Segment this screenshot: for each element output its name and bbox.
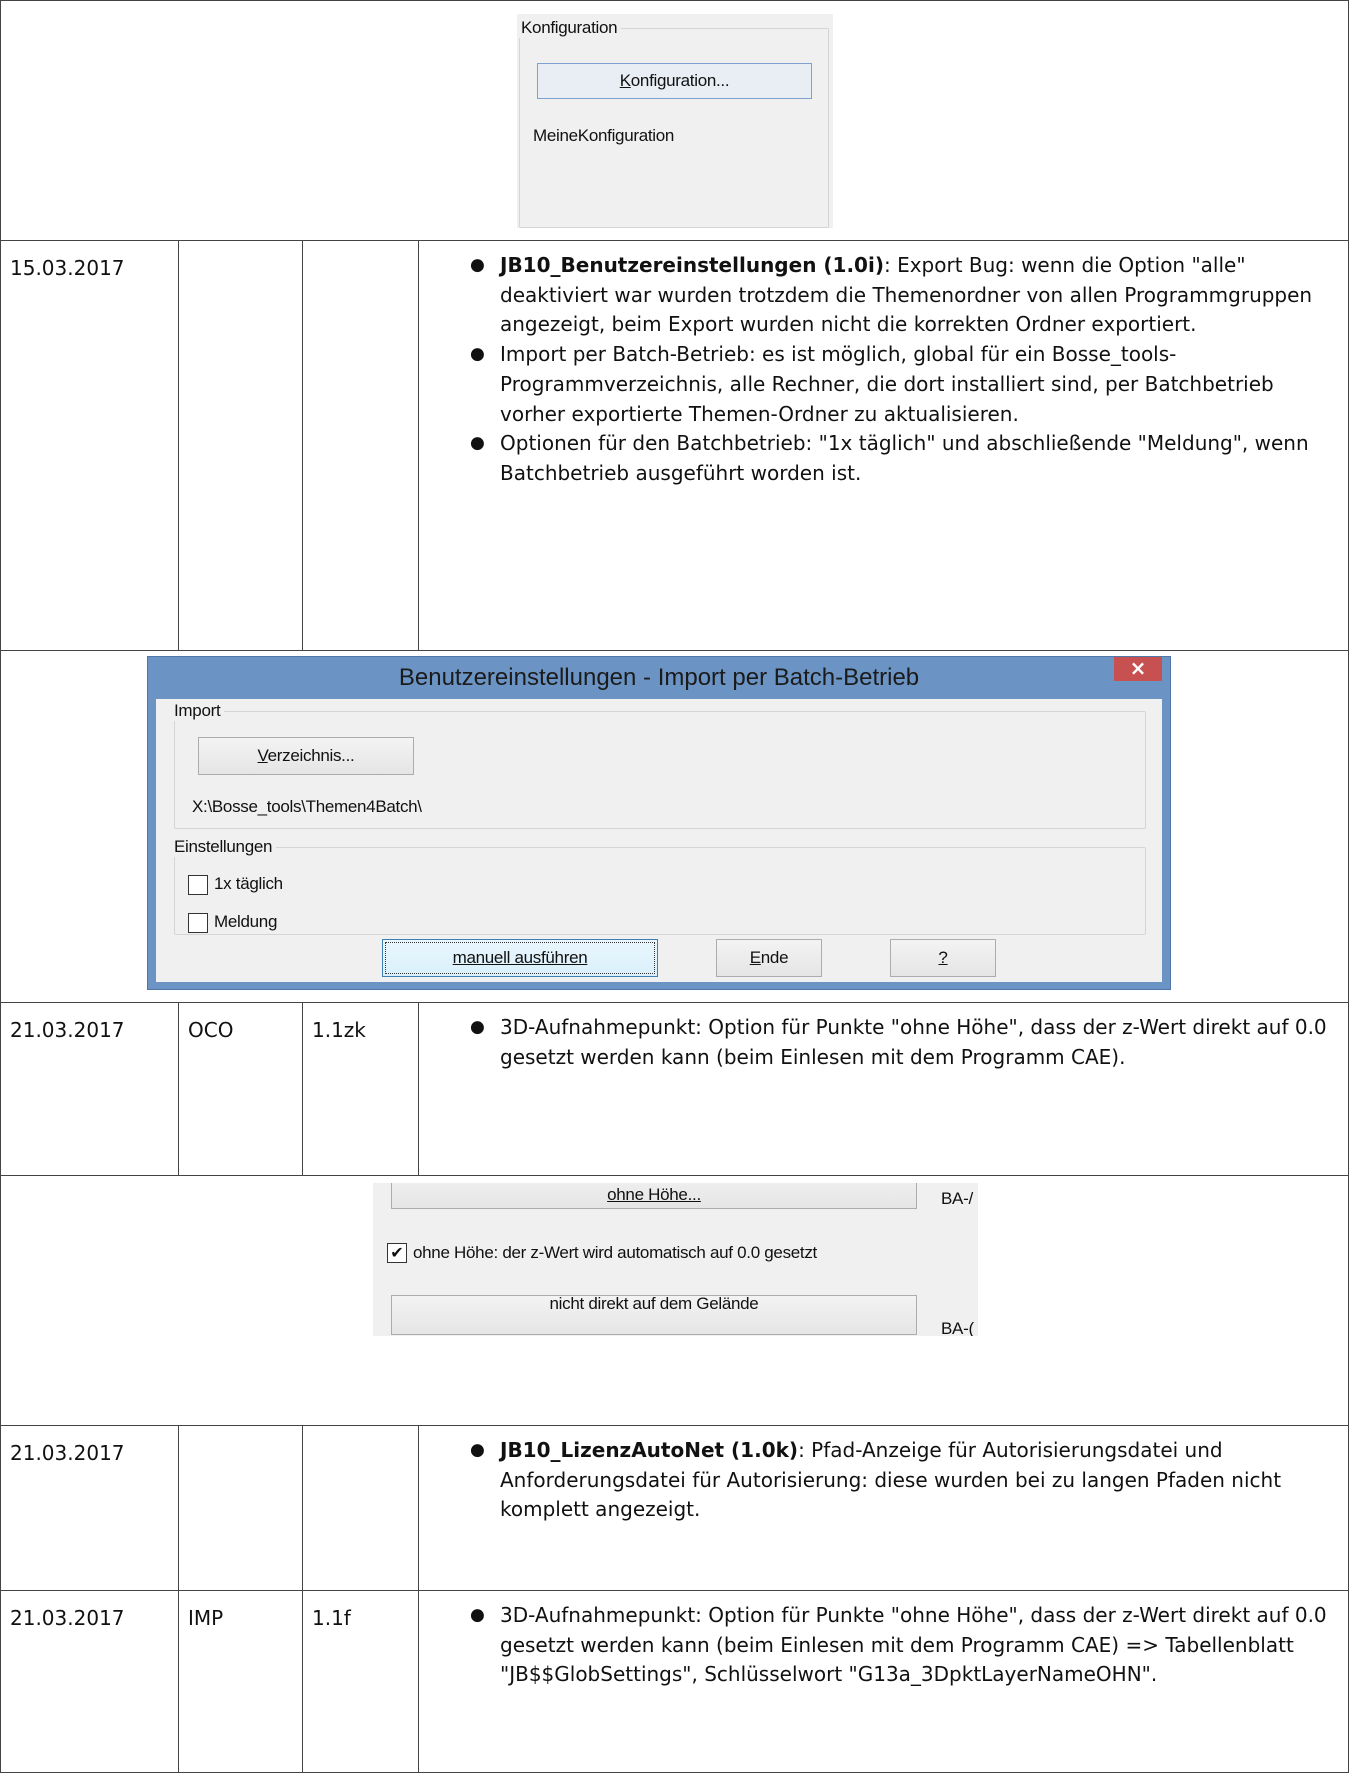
table-border [0,1425,1349,1426]
list-item: ● 3D-Aufnahmepunkt: Option für Punkte "oh… [470,1601,1330,1690]
directory-button-mnemonic: V [257,746,268,765]
row-description: ● 3D-Aufnahmepunkt: Option für Punkte "oh… [470,1013,1330,1072]
list-item: ● JB10_LizenzAutoNet (1.0k): Pfad-Anzeige… [470,1436,1330,1525]
row-date: 21.03.2017 [10,1606,125,1630]
bullet-icon: ● [470,255,485,275]
configuration-button-label: onfiguration... [630,71,730,90]
settings-groupbox [174,847,1146,935]
row-date: 15.03.2017 [10,256,125,280]
directory-button[interactable]: Verzeichnis... [198,737,414,775]
configuration-button[interactable]: Konfiguration... [537,63,812,99]
table-border [0,650,1349,651]
entry-text: Optionen für den Batchbetrieb: "1x tägli… [500,431,1309,485]
without-height-button-label: ohne Höhe... [607,1185,701,1204]
row-description: ● JB10_LizenzAutoNet (1.0k): Pfad-Anzeige… [470,1436,1330,1525]
entry-text: 3D-Aufnahmepunkt: Option für Punkte "ohn… [500,1603,1327,1687]
row-code: OCO [188,1018,234,1042]
entry-text: Import per Batch-Betrieb: es ist möglich… [500,342,1274,426]
column-divider [418,1002,419,1175]
row-description: ● JB10_Benutzereinstellungen (1.0i): Expo… [470,251,1330,489]
bottom-right-label: BA-( [941,1319,974,1336]
import-group-title: Import [170,701,225,721]
row-version: 1.1f [312,1606,351,1630]
bullet-icon: ● [470,1440,485,1460]
close-icon: × [1129,656,1147,680]
run-manually-label: manuell ausführen [452,948,588,967]
bullet-icon: ● [470,1605,485,1625]
daily-checkbox[interactable] [188,875,208,895]
entry-text: 3D-Aufnahmepunkt: Option für Punkte "ohn… [500,1015,1327,1069]
list-item: ● Import per Batch-Betrieb: es ist möglic… [470,340,1330,429]
top-right-label: BA-/ [941,1189,973,1208]
without-height-checkbox[interactable]: ✔ [387,1243,407,1263]
configuration-button-mnemonic: K [619,71,631,90]
column-divider [178,240,179,650]
table-border [0,240,1349,241]
column-divider [178,1002,179,1175]
document-page: Konfiguration Konfiguration... MeineKonf… [0,0,1349,1773]
config-screenshot: Konfiguration Konfiguration... MeineKonf… [517,14,833,228]
row-version: 1.1zk [312,1018,366,1042]
not-on-terrain-button-label: nicht direkt auf dem Gelände [549,1294,759,1313]
help-button-label: ? [938,948,948,967]
dialog-client-area: Import Verzeichnis... X:\Bosse_tools\The… [156,699,1162,982]
list-item: ● Optionen für den Batchbetrieb: "1x tägl… [470,429,1330,488]
message-checkbox-label: Meldung [214,912,278,931]
list-item: ● JB10_Benutzereinstellungen (1.0i): Expo… [470,251,1330,340]
list-item: ● 3D-Aufnahmepunkt: Option für Punkte "oh… [470,1013,1330,1072]
end-button-label: nde [760,948,789,967]
row-date: 21.03.2017 [10,1441,125,1465]
height-option-screenshot: ohne Höhe... BA-/ ✔ ohne Höhe: der z-Wer… [373,1183,978,1336]
not-on-terrain-button[interactable]: nicht direkt auf dem Gelände [391,1295,917,1335]
directory-path: X:\Bosse_tools\Themen4Batch\ [192,797,422,816]
entry-module-name: JB10_Benutzereinstellungen (1.0i) [500,253,884,277]
table-border [0,1590,1349,1591]
checkmark-icon: ✔ [390,1243,404,1262]
directory-button-label: erzeichnis... [267,746,355,765]
bullet-icon: ● [470,344,485,365]
row-date: 21.03.2017 [10,1018,125,1042]
daily-checkbox-label: 1x täglich [214,874,283,893]
dialog-title: Benutzereinstellungen - Import per Batch… [398,664,920,691]
row-description: ● 3D-Aufnahmepunkt: Option für Punkte "oh… [470,1601,1330,1690]
config-group-title: Konfiguration [517,18,622,38]
run-manually-button[interactable]: manuell ausführen [382,939,658,977]
bullet-icon: ● [470,433,485,454]
configuration-value: MeineKonfiguration [533,126,675,145]
column-divider [302,1425,303,1773]
table-border [0,0,1,1773]
help-button[interactable]: ? [890,939,996,977]
message-checkbox[interactable] [188,913,208,933]
without-height-button[interactable]: ohne Höhe... [391,1183,917,1209]
without-height-checkbox-label: ohne Höhe: der z-Wert wird automatisch a… [413,1243,817,1262]
table-border [0,1002,1349,1003]
row-code: IMP [188,1606,224,1630]
settings-group-title: Einstellungen [170,837,277,857]
bullet-icon: ● [470,1017,485,1037]
close-button[interactable]: × [1114,657,1162,681]
column-divider [418,1425,419,1773]
column-divider [178,1425,179,1773]
end-button-mnemonic: E [749,948,761,967]
table-border [0,1175,1349,1176]
entry-module-name: JB10_LizenzAutoNet (1.0k) [500,1438,799,1462]
column-divider [302,240,303,650]
column-divider [418,240,419,650]
end-button[interactable]: Ende [716,939,822,977]
table-border [0,0,1349,1]
column-divider [302,1002,303,1175]
batch-dialog-window: Benutzereinstellungen - Import per Batch… [147,656,1171,990]
